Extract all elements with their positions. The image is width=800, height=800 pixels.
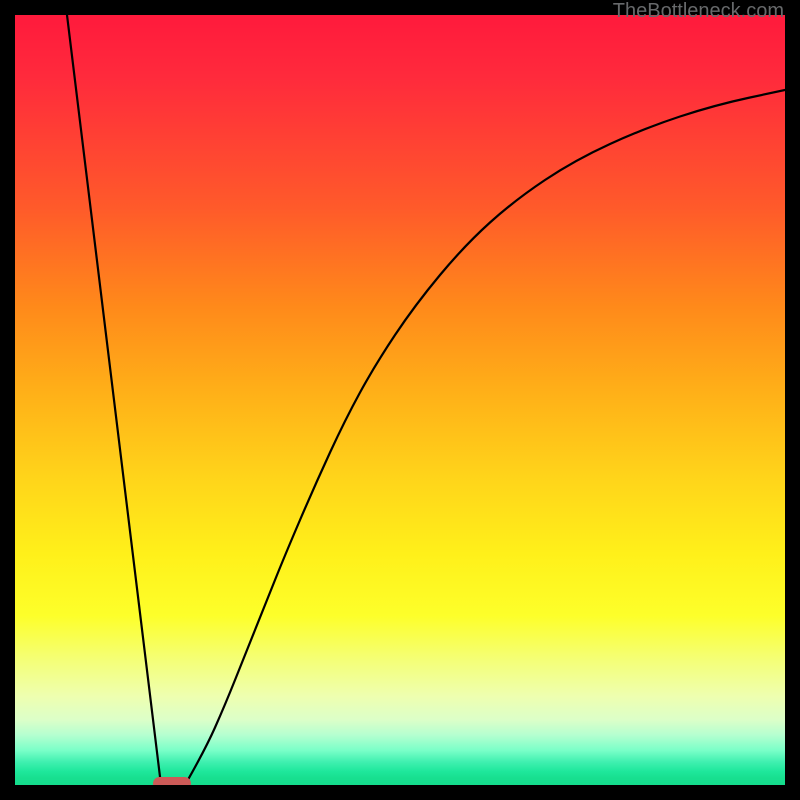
curve-right [185, 90, 785, 785]
plot-area [15, 15, 785, 785]
minimum-marker [153, 777, 191, 786]
chart-svg [15, 15, 785, 785]
curve-left-leg [67, 15, 161, 785]
chart-frame: TheBottleneck.com [0, 0, 800, 800]
